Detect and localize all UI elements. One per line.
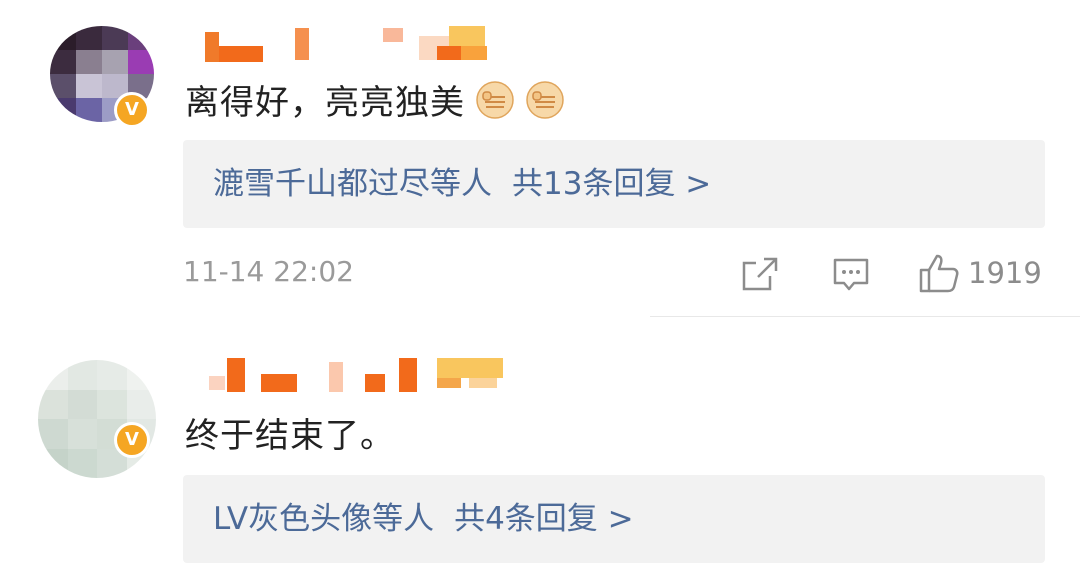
verified-badge: V xyxy=(114,422,150,458)
replies-preview-link[interactable]: LV灰色头像等人 共4条回复 > xyxy=(183,475,1045,563)
like-count: 1919 xyxy=(968,256,1042,290)
comment-text: 离得好，亮亮独美 xyxy=(185,75,565,124)
comment-body: 离得好，亮亮独美 xyxy=(185,83,465,123)
reply-count: 共13条回复 > xyxy=(512,166,712,202)
share-icon xyxy=(742,257,778,291)
comment-icon xyxy=(833,258,869,291)
comment-actions: 1919 xyxy=(740,250,1045,298)
like-icon xyxy=(919,254,959,293)
username-mosaic[interactable] xyxy=(205,358,515,394)
replies-preview-link[interactable]: 漉雪千山都过尽等人 共13条回复 > xyxy=(183,140,1045,228)
avatar-mosaic xyxy=(38,360,156,478)
comment-timestamp: 11-14 22:02 xyxy=(183,255,354,288)
comment-button[interactable] xyxy=(832,256,870,294)
verified-badge: V xyxy=(114,92,150,128)
comment-body: 终于结束了。 xyxy=(185,416,395,456)
like-button[interactable]: 1919 xyxy=(918,252,1042,294)
divider xyxy=(650,316,1080,317)
comment-item: V 终于结束了。 LV灰色头像等人 共4条回复 > xyxy=(0,330,1080,588)
reply-names: LV灰色头像等人 xyxy=(213,501,435,537)
reply-count: 共4条回复 > xyxy=(454,501,634,537)
comment-item: V 离得好，亮亮独美 漉雪千山都过尽等人 共13条回复 > 11-14 22:02 xyxy=(0,0,1080,330)
comment-text: 终于结束了。 xyxy=(185,408,395,457)
fist-emoji-icon xyxy=(476,81,514,119)
fist-emoji-icon xyxy=(526,81,564,119)
username-mosaic[interactable] xyxy=(205,26,495,62)
avatar[interactable] xyxy=(38,360,156,478)
share-button[interactable] xyxy=(740,256,780,292)
reply-names: 漉雪千山都过尽等人 xyxy=(213,166,492,202)
